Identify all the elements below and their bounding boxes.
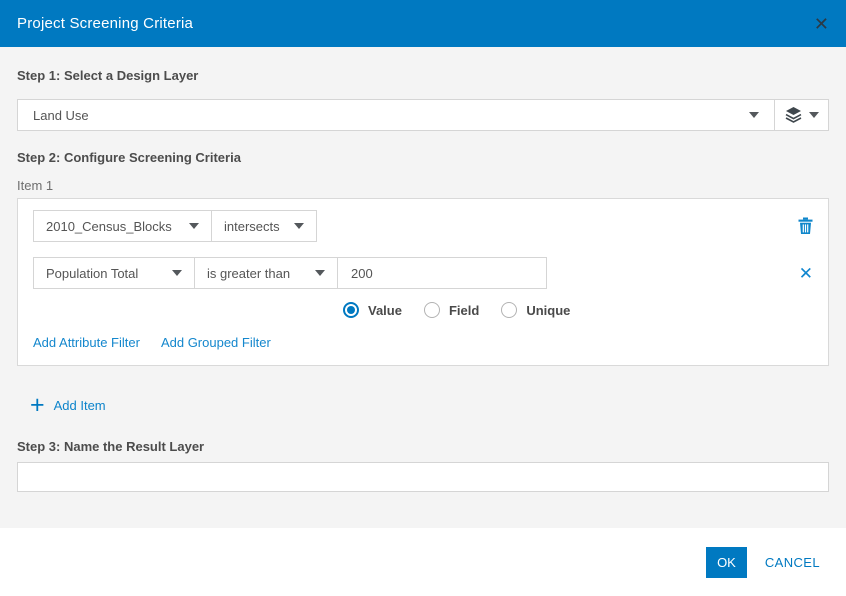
attribute-operator-select[interactable]: is greater than bbox=[194, 258, 337, 288]
result-layer-name-input[interactable] bbox=[17, 462, 829, 492]
dialog-footer: OK CANCEL bbox=[0, 528, 846, 596]
dialog-body: Step 1: Select a Design Layer Land Use S… bbox=[0, 47, 846, 528]
attribute-filter-row: Population Total is greater than ✕ bbox=[33, 257, 813, 289]
chevron-down-icon bbox=[189, 223, 199, 229]
screening-item-card: 2010_Census_Blocks intersects Population… bbox=[17, 198, 829, 366]
spatial-criteria-group: 2010_Census_Blocks intersects bbox=[33, 210, 317, 242]
trash-icon bbox=[798, 217, 813, 238]
radio-option-unique[interactable]: Unique bbox=[501, 302, 570, 318]
design-layer-selected-value: Land Use bbox=[33, 107, 89, 123]
dialog-title: Project Screening Criteria bbox=[17, 15, 194, 32]
spatial-operator-value: intersects bbox=[224, 218, 280, 234]
radio-button-icon[interactable] bbox=[423, 302, 440, 318]
radio-button-icon[interactable] bbox=[501, 302, 518, 318]
criteria-layer-select[interactable]: 2010_Census_Blocks bbox=[34, 211, 211, 241]
remove-filter-icon[interactable]: ✕ bbox=[799, 265, 813, 282]
attribute-filter-group: Population Total is greater than bbox=[33, 257, 547, 289]
step1-heading: Step 1: Select a Design Layer bbox=[17, 68, 199, 83]
add-item-button[interactable]: + Add Item bbox=[30, 391, 106, 419]
radio-label: Field bbox=[448, 302, 480, 318]
attribute-operator-value: is greater than bbox=[207, 265, 291, 281]
chevron-down-icon bbox=[808, 112, 819, 118]
add-item-label: Add Item bbox=[53, 397, 106, 413]
radio-option-field[interactable]: Field bbox=[423, 302, 480, 318]
value-type-radio-group: Value Field Unique bbox=[343, 302, 813, 318]
chevron-down-icon bbox=[172, 270, 182, 276]
attribute-field-select[interactable]: Population Total bbox=[34, 258, 194, 288]
criteria-layer-value: 2010_Census_Blocks bbox=[46, 218, 172, 234]
attribute-field-value: Population Total bbox=[46, 265, 139, 281]
spatial-operator-select[interactable]: intersects bbox=[211, 211, 316, 241]
layers-icon bbox=[785, 107, 802, 123]
ok-button[interactable]: OK bbox=[706, 546, 747, 578]
layer-options-button[interactable] bbox=[775, 100, 828, 130]
radio-option-value[interactable]: Value bbox=[343, 302, 402, 318]
step3-heading: Step 3: Name the Result Layer bbox=[17, 439, 205, 454]
delete-item-button[interactable] bbox=[798, 217, 813, 235]
cancel-button[interactable]: CANCEL bbox=[765, 555, 820, 570]
dialog-header: Project Screening Criteria ✕ bbox=[0, 0, 846, 47]
filter-links-row: Add Attribute Filter Add Grouped Filter bbox=[33, 335, 813, 350]
item-label: Item 1 bbox=[17, 178, 54, 193]
spatial-criteria-row: 2010_Census_Blocks intersects bbox=[33, 210, 813, 242]
chevron-down-icon bbox=[315, 270, 325, 276]
radio-button-icon[interactable] bbox=[343, 302, 359, 318]
add-grouped-filter-link[interactable]: Add Grouped Filter bbox=[161, 335, 271, 350]
project-screening-dialog: Project Screening Criteria ✕ Step 1: Sel… bbox=[0, 0, 846, 596]
attribute-value-input[interactable] bbox=[338, 258, 546, 288]
attribute-value-cell bbox=[337, 258, 546, 288]
chevron-down-icon bbox=[294, 223, 304, 229]
radio-label: Unique bbox=[526, 302, 571, 318]
chevron-down-icon bbox=[749, 112, 759, 118]
step2-heading: Step 2: Configure Screening Criteria bbox=[17, 150, 241, 165]
plus-icon: + bbox=[30, 391, 45, 419]
design-layer-select[interactable]: Land Use bbox=[17, 99, 829, 131]
radio-label: Value bbox=[368, 302, 402, 318]
close-icon[interactable]: ✕ bbox=[814, 15, 829, 33]
add-attribute-filter-link[interactable]: Add Attribute Filter bbox=[33, 335, 140, 350]
